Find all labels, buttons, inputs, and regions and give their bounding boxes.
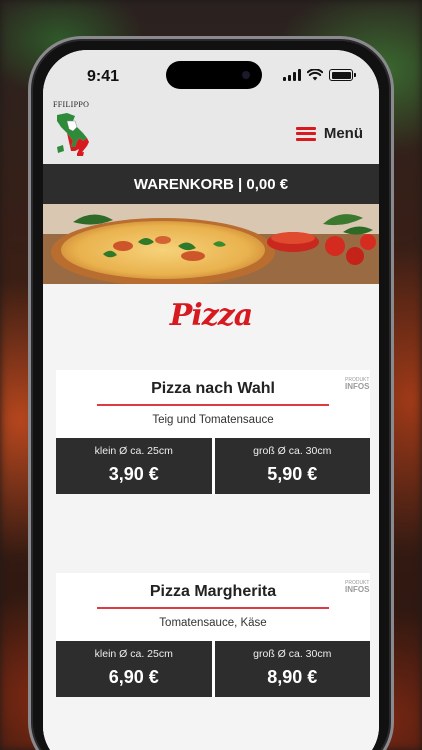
status-time: 9:41 bbox=[87, 68, 120, 85]
product-card: Pizza nach Wahl Teig und Tomatensauce PR… bbox=[56, 370, 370, 494]
price-options: klein Ø ca. 25cm 3,90 € groß Ø ca. 30cm … bbox=[56, 438, 370, 494]
product-list: Pizza Pizza nach Wahl Teig und Tomatensa… bbox=[43, 284, 379, 750]
divider bbox=[97, 607, 329, 609]
product-name: Pizza Margherita bbox=[149, 583, 277, 600]
product-info-button[interactable]: PRODUKT INFOS bbox=[345, 581, 369, 594]
menu-label: Menü bbox=[323, 125, 363, 142]
menu-button[interactable]: Menü bbox=[295, 125, 363, 142]
app-header: FFILIPPO Menü bbox=[43, 100, 379, 164]
product-card-header: Pizza nach Wahl Teig und Tomatensauce PR… bbox=[56, 370, 370, 438]
price-value: 3,90 € bbox=[108, 464, 159, 484]
divider bbox=[97, 404, 329, 406]
size-label: groß Ø ca. 30cm bbox=[253, 648, 332, 660]
product-description: Tomatensauce, Käse bbox=[159, 617, 267, 629]
italy-map-icon bbox=[57, 113, 89, 156]
price-option-small[interactable]: klein Ø ca. 25cm 3,90 € bbox=[56, 438, 212, 494]
section-title: Pizza bbox=[169, 298, 253, 333]
price-option-small[interactable]: klein Ø ca. 25cm 6,90 € bbox=[56, 641, 212, 697]
product-card-header: Pizza Margherita Tomatensauce, Käse PROD… bbox=[56, 573, 370, 641]
product-card: Pizza Margherita Tomatensauce, Käse PROD… bbox=[56, 573, 370, 697]
price-value: 6,90 € bbox=[108, 667, 159, 687]
product-info-button[interactable]: PRODUKT INFOS bbox=[345, 378, 369, 391]
camera-icon bbox=[242, 71, 250, 79]
hamburger-icon bbox=[295, 126, 316, 141]
price-option-large[interactable]: groß Ø ca. 30cm 8,90 € bbox=[214, 641, 370, 697]
cart-button[interactable]: WARENKORB | 0,00 € bbox=[43, 164, 379, 204]
wifi-icon bbox=[307, 69, 323, 81]
dynamic-island bbox=[166, 61, 262, 89]
product-description: Teig und Tomatensauce bbox=[152, 414, 274, 426]
price-options: klein Ø ca. 25cm 6,90 € groß Ø ca. 30cm … bbox=[56, 641, 370, 697]
signal-icon bbox=[283, 69, 301, 81]
price-option-large[interactable]: groß Ø ca. 30cm 5,90 € bbox=[214, 438, 370, 494]
app-screen: 9:41 FFILIPPO Menü WARENKORB | 0,00 € Pi… bbox=[43, 50, 379, 750]
size-label: groß Ø ca. 30cm bbox=[253, 445, 332, 457]
logo-text: FFILIPPO bbox=[53, 100, 90, 109]
pizza-photo bbox=[43, 204, 379, 284]
price-value: 5,90 € bbox=[267, 464, 318, 484]
status-bar: 9:41 bbox=[43, 50, 379, 100]
battery-icon bbox=[329, 69, 356, 81]
size-label: klein Ø ca. 25cm bbox=[94, 648, 173, 660]
price-value: 8,90 € bbox=[267, 667, 318, 687]
restaurant-logo[interactable]: FFILIPPO bbox=[53, 100, 113, 157]
size-label: klein Ø ca. 25cm bbox=[94, 445, 173, 457]
product-name: Pizza nach Wahl bbox=[151, 380, 275, 397]
hero-pizza-image bbox=[43, 204, 379, 284]
system-icons bbox=[283, 69, 356, 81]
phone-frame: 9:41 FFILIPPO Menü WARENKORB | 0,00 € Pi… bbox=[28, 36, 394, 750]
